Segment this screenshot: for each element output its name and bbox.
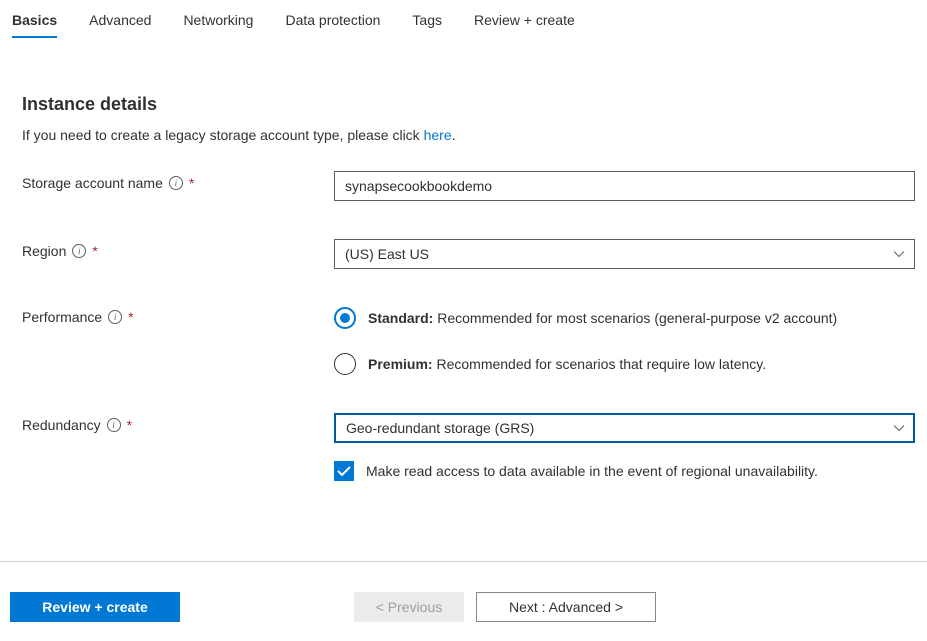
redundancy-select[interactable]: Geo-redundant storage (GRS) xyxy=(334,413,915,443)
performance-radio-group: Standard: Recommended for most scenarios… xyxy=(334,307,915,375)
tab-advanced[interactable]: Advanced xyxy=(89,6,151,38)
required-mark: * xyxy=(128,309,133,325)
read-access-checkbox-label: Make read access to data available in th… xyxy=(366,463,818,479)
field-region: Region i * (US) East US xyxy=(22,239,915,269)
wizard-footer: Review + create < Previous Next : Advanc… xyxy=(0,562,927,632)
next-advanced-button[interactable]: Next : Advanced > xyxy=(476,592,656,622)
radio-button[interactable] xyxy=(334,307,356,329)
tab-review-create[interactable]: Review + create xyxy=(474,6,575,38)
region-label: Region xyxy=(22,243,66,259)
wizard-tabs: Basics Advanced Networking Data protecti… xyxy=(0,0,927,38)
tab-data-protection[interactable]: Data protection xyxy=(285,6,380,38)
section-heading-instance-details: Instance details xyxy=(22,94,915,115)
review-create-button[interactable]: Review + create xyxy=(10,592,180,622)
info-icon[interactable]: i xyxy=(108,310,122,324)
tab-tags[interactable]: Tags xyxy=(412,6,442,38)
info-icon[interactable]: i xyxy=(72,244,86,258)
required-mark: * xyxy=(189,175,194,191)
previous-button: < Previous xyxy=(354,592,464,622)
field-redundancy: Redundancy i * Geo-redundant storage (GR… xyxy=(22,413,915,481)
storage-account-name-input[interactable] xyxy=(334,171,915,201)
region-select[interactable]: (US) East US xyxy=(334,239,915,269)
subtext-prefix: If you need to create a legacy storage a… xyxy=(22,127,424,143)
required-mark: * xyxy=(127,417,132,433)
tab-networking[interactable]: Networking xyxy=(183,6,253,38)
redundancy-select-value: Geo-redundant storage (GRS) xyxy=(346,420,534,436)
read-access-checkbox[interactable] xyxy=(334,461,354,481)
performance-label: Performance xyxy=(22,309,102,325)
radio-label-premium: Premium: Recommended for scenarios that … xyxy=(368,356,766,372)
region-select-value: (US) East US xyxy=(345,246,429,262)
field-performance: Performance i * Standard: Recommended fo… xyxy=(22,307,915,375)
redundancy-label: Redundancy xyxy=(22,417,101,433)
radio-button[interactable] xyxy=(334,353,356,375)
required-mark: * xyxy=(92,243,97,259)
info-icon[interactable]: i xyxy=(169,176,183,190)
radio-option-premium[interactable]: Premium: Recommended for scenarios that … xyxy=(334,353,915,375)
radio-option-standard[interactable]: Standard: Recommended for most scenarios… xyxy=(334,307,915,329)
legacy-storage-link[interactable]: here xyxy=(424,127,452,143)
radio-label-standard: Standard: Recommended for most scenarios… xyxy=(368,310,837,326)
section-subtext: If you need to create a legacy storage a… xyxy=(22,127,915,143)
read-access-checkbox-row: Make read access to data available in th… xyxy=(334,461,915,481)
tab-basics[interactable]: Basics xyxy=(12,6,57,38)
storage-account-name-label: Storage account name xyxy=(22,175,163,191)
info-icon[interactable]: i xyxy=(107,418,121,432)
field-storage-account-name: Storage account name i * xyxy=(22,171,915,201)
check-icon xyxy=(337,466,351,477)
subtext-suffix: . xyxy=(452,127,456,143)
